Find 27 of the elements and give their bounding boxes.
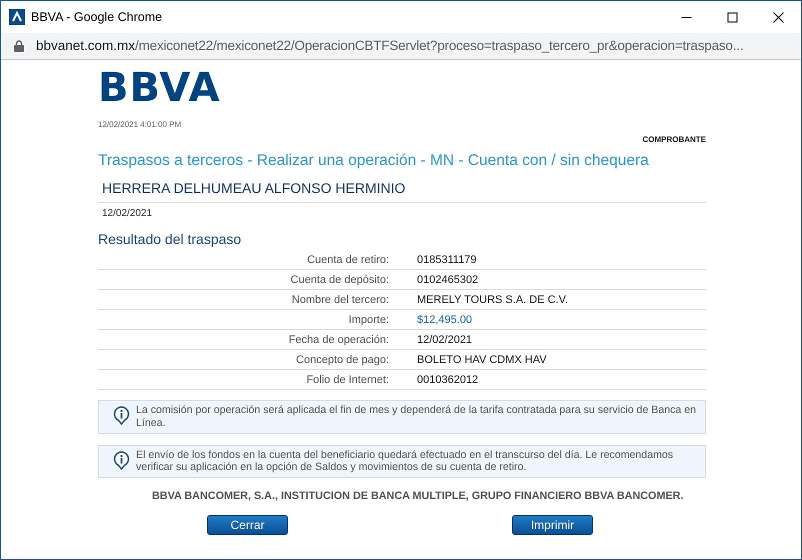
field-value: 0010362012: [417, 372, 478, 388]
window-title: BBVA - Google Chrome: [31, 8, 164, 26]
field-label: Cuenta de depósito:: [290, 274, 389, 286]
amount-value: $12,495.00: [417, 312, 472, 328]
client-name: HERRERA DELHUMEAU ALFONSO HERMINIO: [102, 180, 406, 196]
field-label: Concepto de pago:: [296, 354, 389, 366]
page-title: Traspasos a terceros - Realizar una operación - MN - Cuenta con / sin chequera: [98, 152, 649, 169]
print-button[interactable]: Imprimir: [512, 515, 593, 536]
info-notice: La comisión por operación será aplicada el fin de mes y dependerá de la tarifa contratada para su servicio de Banca en Línea.: [98, 400, 706, 434]
field-label: Cuenta de retiro:: [307, 254, 389, 266]
timestamp: 12/02/2021 4:01:00 PM: [98, 120, 182, 129]
section-title: Resultado del traspaso: [98, 231, 242, 248]
close-button[interactable]: Cerrar: [207, 515, 288, 536]
legal-text: BBVA BANCOMER, S.A., INSTITUCION DE BANCA MULTIPLE, GRUPO FINANCIERO BBVA BANCOMER.: [152, 490, 684, 502]
bbva-logo: BBVA: [98, 68, 221, 108]
field-value: MERELY TOURS S.A. DE C.V.: [417, 292, 568, 308]
field-value: 0185311179: [417, 252, 477, 268]
field-value: 0102465302: [417, 272, 478, 288]
field-label: Folio de Internet:: [306, 374, 389, 386]
field-label: Nombre del tercero:: [292, 294, 389, 306]
date-text: 12/02/2021: [102, 208, 152, 220]
field-label: Fecha de operación:: [288, 334, 389, 346]
field-label: Importe:: [348, 314, 389, 326]
field-value: 12/02/2021: [417, 332, 472, 348]
field-value: BOLETO HAV CDMX HAV: [417, 352, 547, 368]
info-notice: El envío de los fondos en la cuenta del beneficiario quedará efectuado en el transcurso del día. Le recomendamos verificar su aplicación en la opción de Saldos y movimientos de su cuenta de retiro.: [98, 444, 706, 478]
receipt-label: COMPROBANTE: [642, 135, 706, 144]
